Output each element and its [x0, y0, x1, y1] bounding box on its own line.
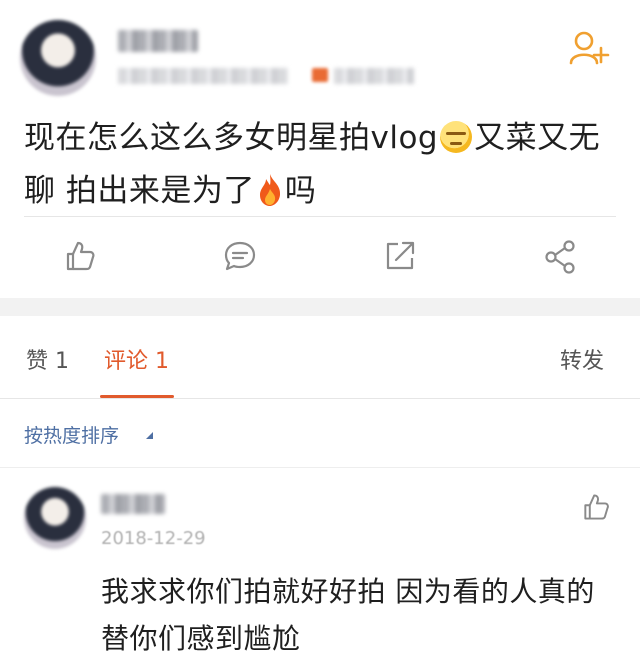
sort-divider	[0, 467, 640, 468]
source-badge-redacted	[312, 68, 328, 82]
comment-bubble-icon	[224, 241, 256, 271]
post-text-part1: 现在怎么这么多女明星拍vlog	[24, 120, 439, 156]
post-divider	[24, 216, 616, 217]
expressionless-face-emoji-icon	[440, 121, 473, 153]
like-button[interactable]	[62, 238, 98, 274]
share-nodes-icon	[545, 240, 575, 274]
post-source-redacted	[334, 68, 414, 84]
author-avatar[interactable]	[20, 20, 96, 96]
author-name-redacted[interactable]	[118, 30, 198, 52]
tab-comments[interactable]: 评论 1	[104, 343, 169, 375]
commenter-name-redacted[interactable]	[101, 494, 165, 514]
repost-icon	[386, 241, 415, 270]
tab-reposts[interactable]: 转发	[560, 343, 604, 375]
thumbs-up-icon	[66, 241, 95, 271]
add-user-icon[interactable]	[569, 30, 611, 66]
post-content: 现在怎么这么多女明星拍vlog 又菜又无聊 拍出来是为了 吗	[24, 112, 624, 218]
comment-date: 2018-12-29	[101, 528, 206, 549]
comment-like-button[interactable]	[580, 491, 612, 523]
share-button[interactable]	[542, 238, 578, 274]
fire-emoji-icon	[259, 174, 280, 206]
sort-by-hotness-link[interactable]: 按热度排序	[24, 421, 119, 448]
tab-likes[interactable]: 赞 1	[26, 343, 69, 375]
section-separator	[0, 298, 640, 316]
repost-button[interactable]	[382, 238, 418, 274]
tabs-divider	[0, 398, 640, 399]
post-text-part3: 吗	[284, 173, 317, 209]
thumbs-up-icon	[584, 494, 609, 520]
commenter-avatar[interactable]	[24, 487, 86, 549]
post-meta-redacted	[118, 68, 288, 84]
comment-text: 我求求你们拍就好好拍 因为看的人真的替你们感到尴尬	[101, 575, 595, 655]
comment-button[interactable]	[222, 238, 258, 274]
sort-caret-icon	[146, 432, 153, 439]
